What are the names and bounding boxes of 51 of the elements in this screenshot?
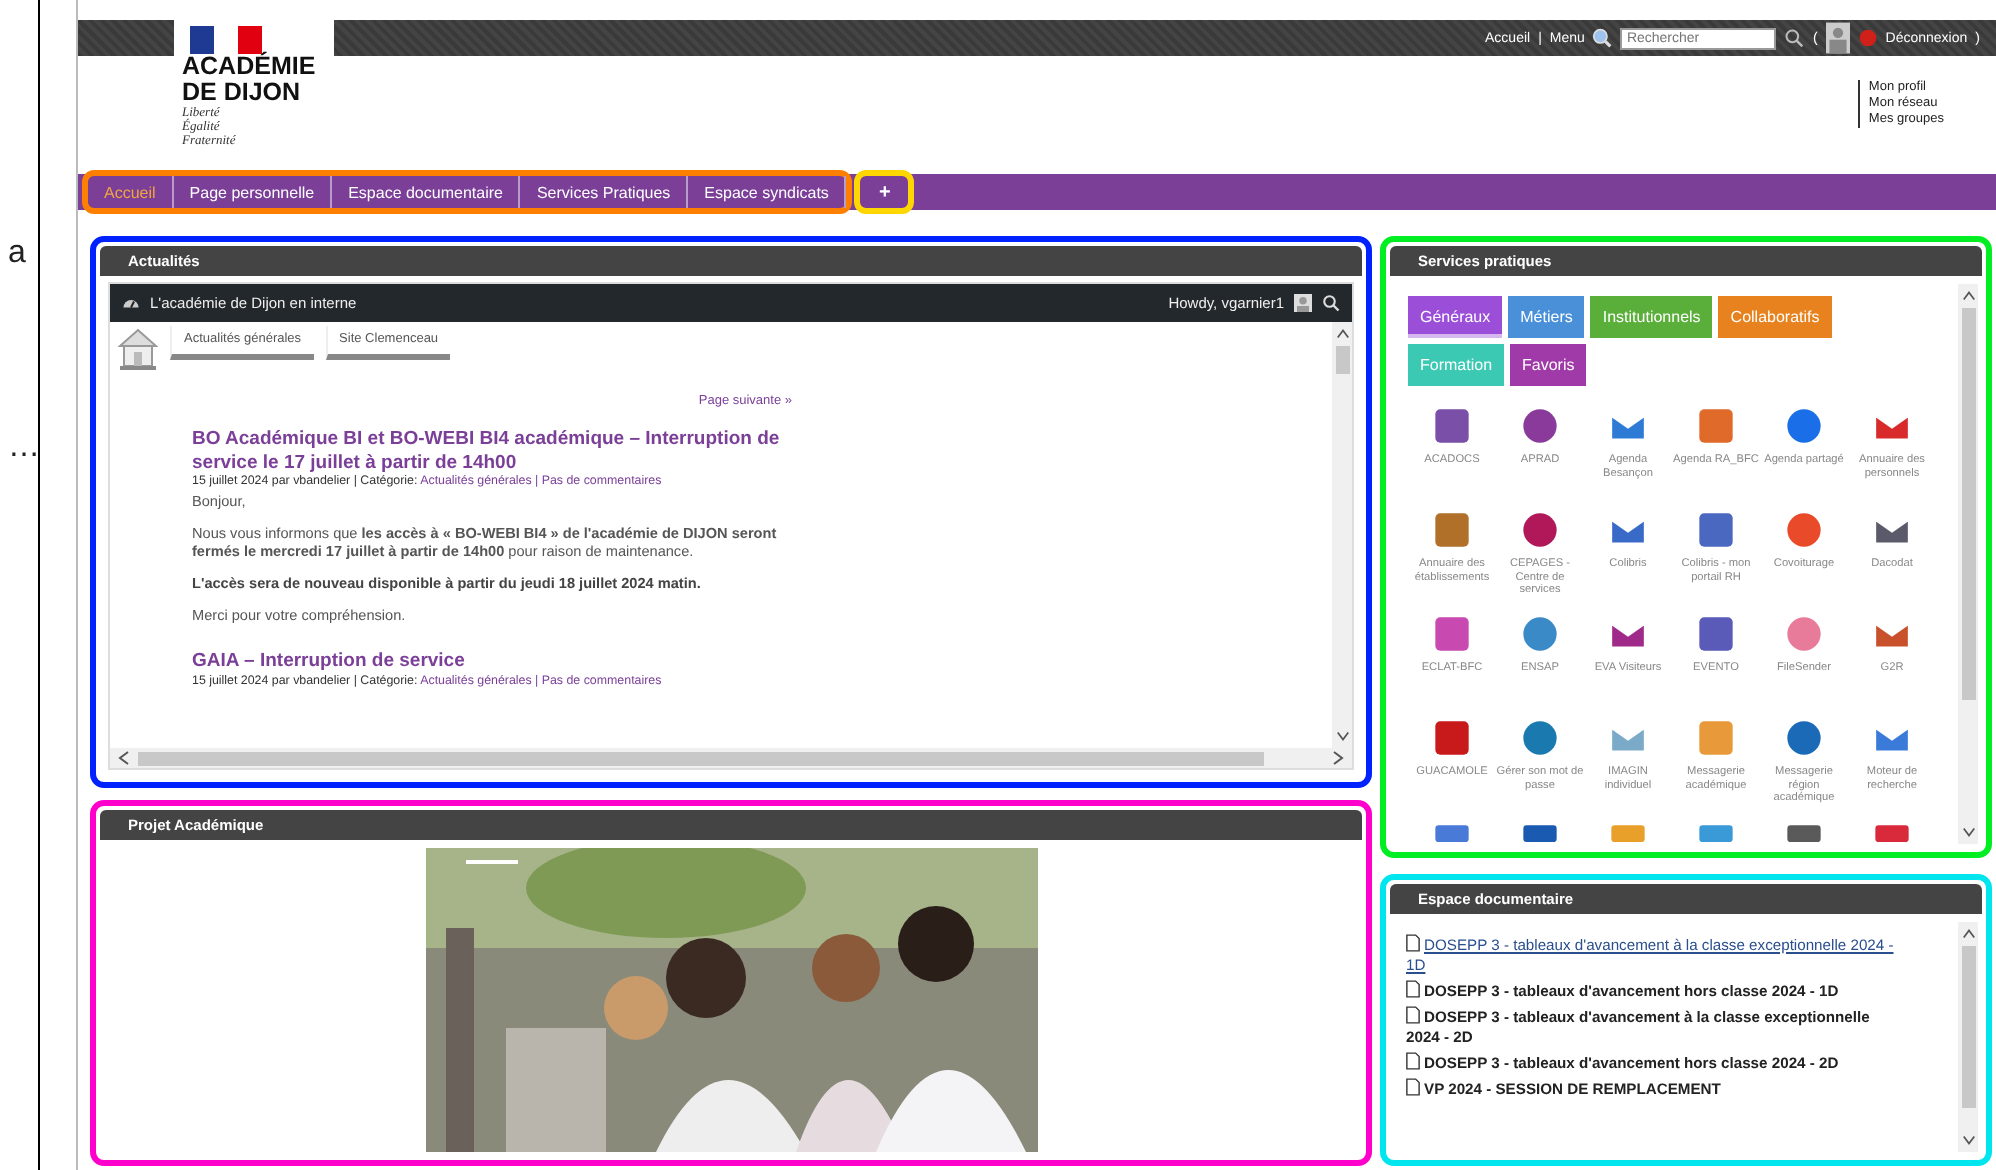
service-icon[interactable]: [1520, 614, 1560, 654]
service-icon[interactable]: [1520, 822, 1560, 842]
logo-text: ACADÉMIE: [182, 54, 318, 80]
service-icon[interactable]: [1432, 718, 1472, 758]
document-fragment: …: [8, 430, 40, 466]
scrollbar[interactable]: [1332, 322, 1352, 748]
user-icon: [1294, 294, 1312, 312]
service-icon[interactable]: [1784, 510, 1824, 550]
service-icon[interactable]: [1432, 510, 1472, 550]
scrollbar[interactable]: [110, 748, 1352, 768]
post-title[interactable]: BO Académique BI et BO-WEBI BI4 académique – Interruption de service le 17 juillet à partir de 14h00: [192, 428, 792, 474]
search-icon[interactable]: [1784, 28, 1805, 48]
scrollbar[interactable]: [1958, 284, 1978, 844]
flag-icon: [190, 26, 262, 54]
category-button[interactable]: Institutionnels: [1590, 296, 1713, 338]
dashboard-icon: [122, 294, 140, 312]
service-icon[interactable]: [1696, 614, 1736, 654]
service-icon[interactable]: [1784, 718, 1824, 758]
service-icon[interactable]: [1432, 822, 1472, 842]
service-icon[interactable]: [1696, 822, 1736, 842]
service-icon[interactable]: [1696, 510, 1736, 550]
service-icon[interactable]: [1696, 406, 1736, 446]
nav-tab[interactable]: Services Pratiques: [520, 176, 689, 208]
service-icon[interactable]: [1520, 718, 1560, 758]
nav-tab[interactable]: Espace syndicats: [688, 176, 847, 208]
category-button[interactable]: Formation: [1408, 344, 1505, 386]
search-icon[interactable]: [1322, 294, 1340, 312]
scroll-thumb[interactable]: [1335, 346, 1349, 374]
category-button[interactable]: Métiers: [1508, 296, 1585, 338]
service-icon[interactable]: [1520, 406, 1560, 446]
avatar-icon: [1825, 22, 1850, 54]
logo-text: DE DIJON: [182, 80, 303, 106]
post-title[interactable]: GAIA – Interruption de service: [192, 650, 792, 673]
scrollbar[interactable]: [1958, 922, 1978, 1152]
search-icon: [1592, 28, 1613, 48]
service-icon[interactable]: [1432, 406, 1472, 446]
document-fragment: a: [8, 236, 26, 272]
service-icon[interactable]: [1784, 406, 1824, 446]
service-icon[interactable]: [1872, 822, 1912, 842]
nav-tab[interactable]: Espace documentaire: [332, 176, 521, 208]
category-button[interactable]: Généraux: [1408, 296, 1503, 338]
service-icon[interactable]: [1520, 510, 1560, 550]
nav-tab[interactable]: Accueil: [88, 176, 174, 208]
service-icon[interactable]: [1784, 822, 1824, 842]
service-icon[interactable]: [1432, 614, 1472, 654]
document-icon: [1406, 934, 1420, 952]
category-button[interactable]: Favoris: [1510, 344, 1587, 386]
category-button[interactable]: Collaboratifs: [1718, 296, 1832, 338]
nav-tab[interactable]: Page personnelle: [173, 176, 333, 208]
add-tab-button[interactable]: +: [854, 170, 915, 214]
house-icon[interactable]: [118, 326, 158, 370]
